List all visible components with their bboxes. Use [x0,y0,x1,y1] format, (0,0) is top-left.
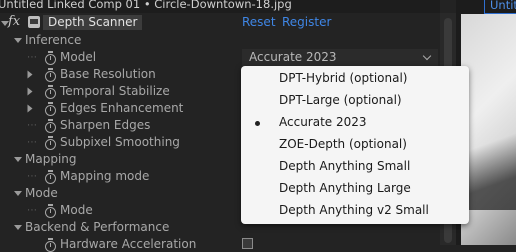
group-inference[interactable]: Inference [25,33,81,47]
hardware-acceleration-checkbox[interactable] [242,238,253,249]
prop-model: Model [60,50,97,64]
panel-title: Untitled Linked Comp 01 • Circle-Downtow… [0,0,292,11]
base-resolution-caret-icon[interactable] [27,70,33,79]
effect-preset-icon [28,16,40,28]
stopwatch-icon[interactable] [45,170,56,184]
model-select[interactable]: Accurate 2023 [242,49,438,66]
tree-dots: ⋯ [27,205,38,216]
prop-sharpen-edges: Sharpen Edges [60,118,151,132]
tree-dots: ⋯ [27,171,38,182]
stopwatch-icon[interactable] [45,68,56,82]
selected-bullet-icon [255,121,260,126]
stopwatch-icon[interactable] [45,238,56,252]
group-mapping[interactable]: Mapping [25,152,77,166]
effect-name[interactable]: Depth Scanner [43,15,143,30]
stopwatch-icon[interactable] [45,102,56,116]
inference-caret-icon[interactable] [14,38,22,43]
tree-dots: ⋯ [27,137,38,148]
menu-item-depth-anything-large[interactable]: Depth Anything Large [279,177,411,199]
prop-hardware-acceleration: Hardware Acceleration [60,237,197,251]
register-link[interactable]: Register [282,15,331,29]
group-mode[interactable]: Mode [25,186,58,200]
prop-temporal-stabilize: Temporal Stabilize [60,84,170,98]
group-backend-performance[interactable]: Backend & Performance [25,220,169,234]
fx-icon[interactable]: fx [8,14,20,29]
model-dropdown-menu: DPT-Hybrid (optional) DPT-Large (optiona… [241,66,469,224]
reset-link[interactable]: Reset [242,15,276,29]
backend-caret-icon[interactable] [14,225,22,230]
prop-base-resolution: Base Resolution [60,67,156,81]
stopwatch-icon[interactable] [45,136,56,150]
menu-item-accurate-2023[interactable]: Accurate 2023 [279,111,367,133]
tree-dots: ⋯ [27,52,38,63]
stopwatch-icon[interactable] [45,85,56,99]
menu-item-dpt-hybrid[interactable]: DPT-Hybrid (optional) [279,67,407,89]
stopwatch-icon[interactable] [45,204,56,218]
edges-enhancement-caret-icon[interactable] [27,104,33,113]
stopwatch-icon[interactable] [45,119,56,133]
stopwatch-icon[interactable] [45,51,56,65]
preview-shadow [461,120,516,210]
prop-edges-enhancement: Edges Enhancement [60,101,184,115]
menu-item-depth-anything-v2-small[interactable]: Depth Anything v2 Small [279,199,429,221]
menu-item-zoe-depth[interactable]: ZOE-Depth (optional) [279,133,407,155]
tab-composition[interactable]: Untit [484,0,516,14]
prop-subpixel-smoothing: Subpixel Smoothing [60,135,180,149]
mapping-caret-icon[interactable] [14,157,22,162]
prop-mode: Mode [60,203,93,217]
menu-item-dpt-large[interactable]: DPT-Large (optional) [279,89,402,111]
temporal-stabilize-caret-icon[interactable] [27,87,33,96]
mode-caret-icon[interactable] [14,191,22,196]
tree-dots: ⋯ [27,120,38,131]
menu-item-depth-anything-small[interactable]: Depth Anything Small [279,155,410,177]
prop-mapping-mode: Mapping mode [60,169,150,183]
panel-header: Untitled Linked Comp 01 • Circle-Downtow… [0,0,440,13]
